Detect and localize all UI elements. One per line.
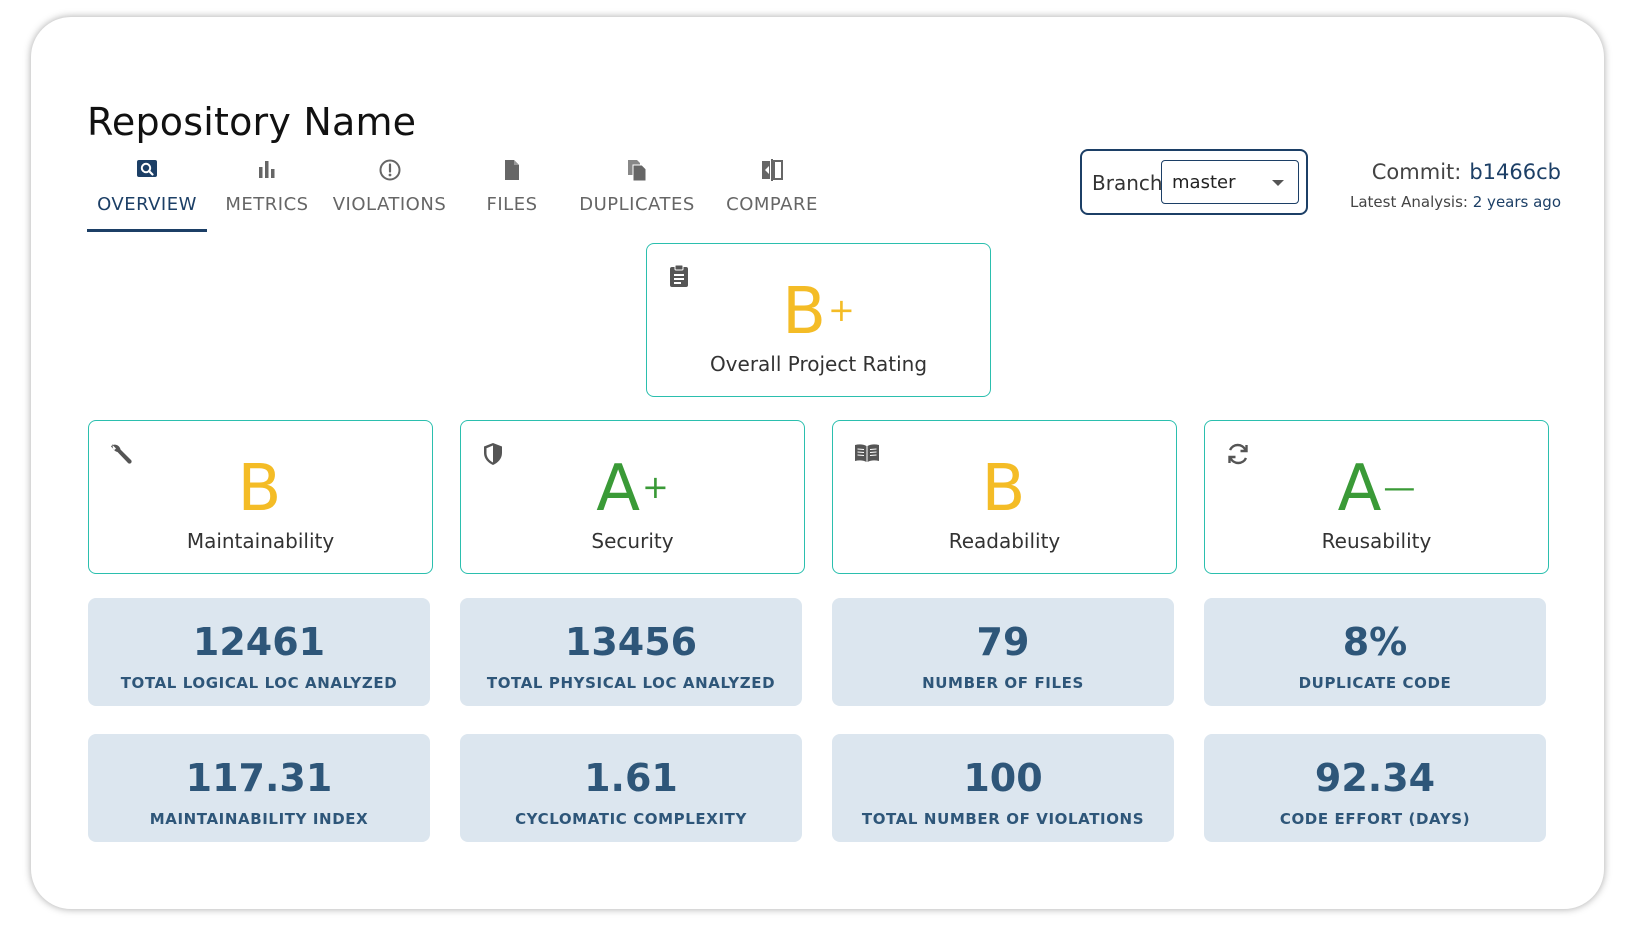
tab-label: COMPARE	[726, 194, 818, 215]
rating-label: Security	[591, 529, 674, 553]
stat-label: TOTAL NUMBER OF VIOLATIONS	[861, 810, 1145, 828]
tab-violations[interactable]: VIOLATIONS	[327, 158, 452, 226]
commit-label: Commit:	[1371, 160, 1462, 184]
stat-label: DUPLICATE CODE	[1298, 674, 1452, 692]
tab-overview[interactable]: OVERVIEW	[87, 158, 207, 232]
search-icon	[87, 158, 207, 184]
grade-modifier: —	[1383, 468, 1416, 506]
file-icon	[462, 158, 562, 184]
grade-letter: B	[782, 275, 827, 349]
stat-value: 92.34	[1314, 756, 1436, 800]
stat-label: CYCLOMATIC COMPLEXITY	[515, 810, 747, 828]
overall-rating-card: B+ Overall Project Rating	[646, 243, 991, 397]
tab-label: VIOLATIONS	[332, 194, 447, 215]
stat-cyclomatic-complexity: 1.61 CYCLOMATIC COMPLEXITY	[460, 734, 802, 842]
rating-label: Maintainability	[186, 529, 335, 553]
tab-duplicates[interactable]: DUPLICATES	[572, 158, 702, 226]
stat-label: TOTAL PHYSICAL LOC ANALYZED	[486, 674, 776, 692]
copy-icon	[572, 158, 702, 184]
branch-label: Branch	[1092, 171, 1163, 195]
tab-label: FILES	[486, 194, 538, 215]
chevron-down-icon	[1272, 180, 1284, 186]
stat-code-effort: 92.34 CODE EFFORT (DAYS)	[1204, 734, 1546, 842]
commit-hash[interactable]: b1466cb	[1469, 160, 1561, 184]
stat-value: 12461	[192, 620, 326, 664]
page-title: Repository Name	[87, 100, 417, 144]
rating-label: Reusability	[1321, 529, 1432, 553]
stat-value: 8%	[1342, 620, 1408, 664]
grade-letter: B	[237, 452, 282, 526]
tab-label: METRICS	[225, 194, 309, 215]
stat-value: 117.31	[185, 756, 333, 800]
overall-grade: B+	[647, 280, 990, 344]
overall-rating-label: Overall Project Rating	[709, 352, 928, 376]
stat-duplicate-code: 8% DUPLICATE CODE	[1204, 598, 1546, 706]
compare-icon	[712, 158, 832, 184]
grade-modifier: +	[828, 291, 855, 329]
stat-total-violations: 100 TOTAL NUMBER OF VIOLATIONS	[832, 734, 1174, 842]
grade-value: B	[833, 457, 1176, 521]
rating-card-readability: B Readability	[832, 420, 1177, 574]
rating-card-reusability: A— Reusability	[1204, 420, 1549, 574]
stat-label: MAINTAINABILITY INDEX	[149, 810, 369, 828]
rating-card-security: A+ Security	[460, 420, 805, 574]
stat-value: 1.61	[584, 756, 678, 800]
analysis-label: Latest Analysis:	[1349, 193, 1468, 211]
bar-chart-icon	[217, 158, 317, 184]
rating-label: Readability	[948, 529, 1061, 553]
tab-files[interactable]: FILES	[462, 158, 562, 226]
latest-analysis: Latest Analysis: 2 years ago	[1350, 193, 1561, 211]
grade-letter: A	[596, 452, 640, 526]
tab-compare[interactable]: COMPARE	[712, 158, 832, 226]
grade-value: A—	[1205, 457, 1548, 521]
rating-card-maintainability: B Maintainability	[88, 420, 433, 574]
tab-metrics[interactable]: METRICS	[217, 158, 317, 226]
stat-logical-loc: 12461 TOTAL LOGICAL LOC ANALYZED	[88, 598, 430, 706]
stat-label: TOTAL LOGICAL LOC ANALYZED	[120, 674, 398, 692]
stat-maintainability-index: 117.31 MAINTAINABILITY INDEX	[88, 734, 430, 842]
tab-label: DUPLICATES	[579, 194, 695, 215]
grade-value: B	[89, 457, 432, 521]
grade-letter: A	[1337, 452, 1382, 526]
alert-circle-icon	[327, 158, 452, 184]
stat-number-of-files: 79 NUMBER OF FILES	[832, 598, 1174, 706]
stat-physical-loc: 13456 TOTAL PHYSICAL LOC ANALYZED	[460, 598, 802, 706]
commit-info: Commit: b1466cb	[1372, 160, 1561, 184]
analysis-value: 2 years ago	[1472, 193, 1561, 211]
stat-value: 13456	[564, 620, 698, 664]
grade-letter: B	[981, 452, 1026, 526]
grade-modifier: +	[641, 468, 669, 506]
stat-label: NUMBER OF FILES	[922, 674, 1084, 692]
grade-value: A+	[461, 457, 804, 521]
stat-label: CODE EFFORT (DAYS)	[1279, 810, 1471, 828]
branch-dropdown[interactable]: master	[1161, 160, 1299, 204]
branch-value: master	[1172, 172, 1236, 193]
stat-value: 79	[976, 620, 1030, 664]
branch-selector: Branch master	[1080, 149, 1308, 215]
tab-label: OVERVIEW	[97, 194, 197, 215]
stat-value: 100	[963, 756, 1043, 800]
